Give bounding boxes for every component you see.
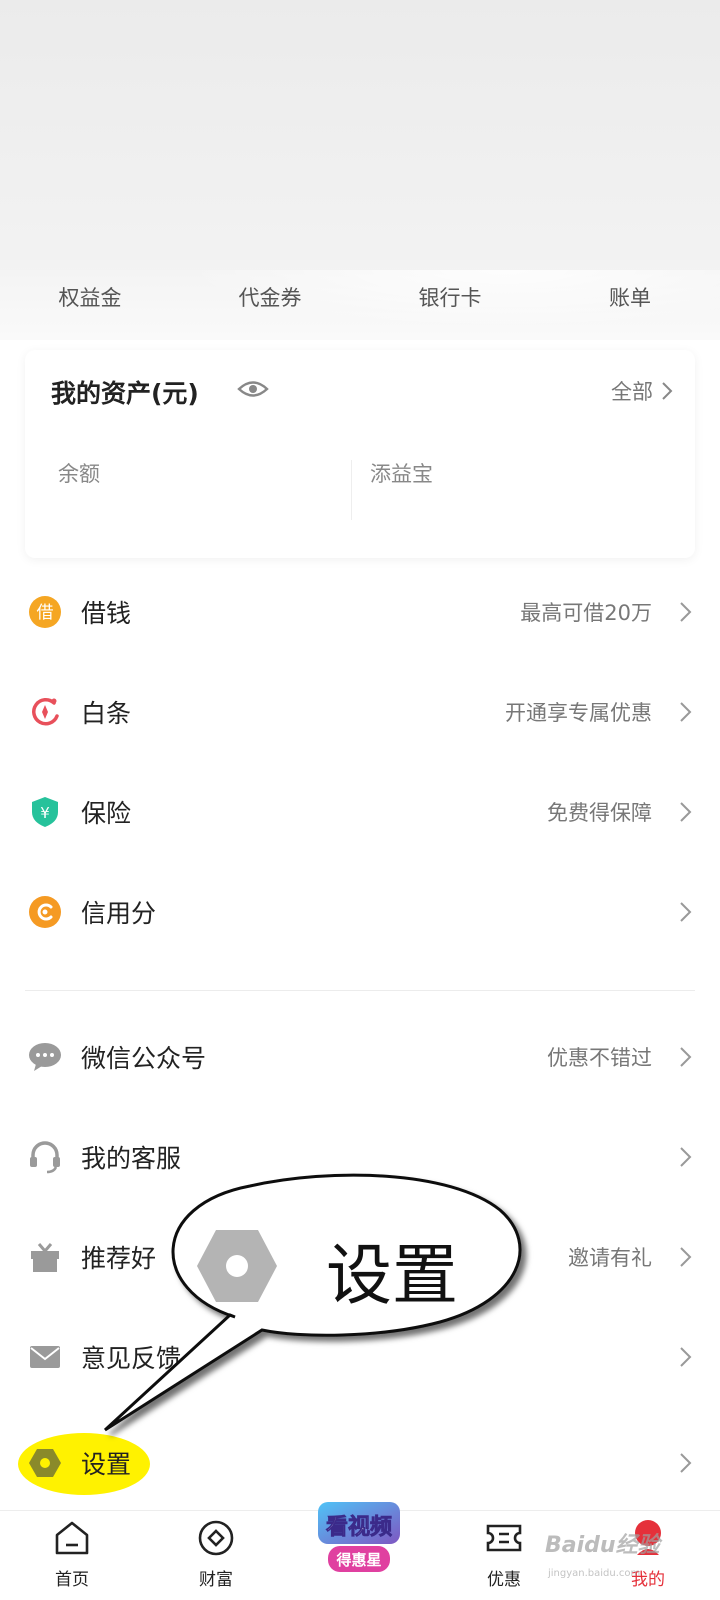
coupon-icon (486, 1524, 522, 1552)
chevron-right-icon (680, 702, 692, 722)
menu-item-baitiao[interactable]: 白条 开通享专属优惠 (0, 662, 720, 762)
menu-label: 意见反馈 (81, 1344, 182, 1373)
tab-label: 财富 (199, 1570, 233, 1590)
menu-item-insurance[interactable]: ¥ 保险 免费得保障 (0, 762, 720, 862)
menu-hint: 免费得保障 (547, 801, 652, 825)
promo-line1: 看视频 (326, 1514, 392, 1540)
wealth-icon (198, 1520, 234, 1556)
menu-hint: 邀请有礼 (568, 1246, 652, 1270)
borrow-icon: 借 (28, 595, 62, 629)
svg-text:借: 借 (37, 603, 54, 623)
chevron-right-icon (680, 802, 692, 822)
quick-link-quanyijin[interactable]: 权益金 (0, 270, 180, 340)
menu-item-credit-score[interactable]: 信用分 (0, 862, 720, 962)
quick-links-row: 权益金 代金券 银行卡 账单 (0, 270, 720, 340)
quick-link-coupons[interactable]: 代金券 (180, 270, 360, 340)
eye-icon[interactable] (237, 376, 269, 402)
menu-item-borrow[interactable]: 借 借钱 最高可借20万 (0, 562, 720, 662)
assets-all-label: 全部 (611, 380, 653, 404)
assets-all-link[interactable]: 全部 (611, 376, 673, 406)
header-blank-area (0, 0, 720, 285)
callout-label: 设置 (326, 1237, 458, 1314)
menu-label: 信用分 (81, 899, 157, 928)
baitiao-icon (28, 695, 62, 729)
watermark-sub: jingyan.baidu.com (548, 1568, 641, 1579)
menu-label: 设置 (81, 1450, 132, 1479)
settings-hex-icon (28, 1446, 62, 1480)
chevron-right-icon (680, 1453, 692, 1473)
headset-icon (28, 1140, 62, 1174)
quick-link-bank-cards[interactable]: 银行卡 (360, 270, 540, 340)
credit-score-icon (28, 895, 62, 929)
tab-label: 首页 (55, 1570, 89, 1590)
svg-text:¥: ¥ (40, 804, 50, 822)
menu-label: 白条 (81, 699, 132, 728)
menu-label: 保险 (81, 799, 132, 828)
assets-title: 我的资产(元) (51, 379, 199, 408)
promo-line2: 得惠星 (335, 1551, 381, 1569)
chevron-right-icon (680, 1047, 692, 1067)
home-icon (55, 1521, 89, 1555)
chevron-right-icon (662, 382, 673, 400)
quick-link-bills[interactable]: 账单 (540, 270, 720, 340)
menu-item-feedback[interactable]: 意见反馈 (0, 1307, 720, 1407)
gift-icon (28, 1240, 62, 1274)
section-divider (25, 990, 695, 991)
menu-hint: 开通享专属优惠 (505, 701, 652, 725)
menu-label: 推荐好 (81, 1244, 157, 1273)
watermark: Baidu经验 (545, 1533, 660, 1558)
menu-item-wechat-account[interactable]: 微信公众号 优惠不错过 (0, 1007, 720, 1107)
menu-label: 微信公众号 (81, 1044, 207, 1073)
menu-label: 我的客服 (81, 1144, 182, 1173)
assets-divider (351, 460, 352, 520)
chat-bubble-icon (28, 1040, 62, 1074)
tab-wealth[interactable]: 财富 (144, 1511, 288, 1600)
callout-content: 设置 (196, 1220, 496, 1320)
chevron-right-icon (680, 902, 692, 922)
menu-label: 借钱 (81, 599, 132, 628)
menu-hint: 最高可借20万 (520, 601, 652, 625)
balance-label[interactable]: 余额 (58, 458, 100, 488)
insurance-shield-icon: ¥ (28, 795, 62, 829)
chevron-right-icon (680, 1347, 692, 1367)
mail-icon (28, 1340, 62, 1374)
tab-home[interactable]: 首页 (0, 1511, 144, 1600)
menu-hint: 优惠不错过 (547, 1046, 652, 1070)
chevron-right-icon (680, 1147, 692, 1167)
menu-item-customer-service[interactable]: 我的客服 (0, 1107, 720, 1207)
chevron-right-icon (680, 1247, 692, 1267)
tianyibao-label[interactable]: 添益宝 (370, 458, 433, 488)
video-promo-badge[interactable]: 看视频 得惠星 (314, 1496, 404, 1586)
my-assets-card: 我的资产(元) 全部 余额 添益宝 (25, 350, 695, 558)
chevron-right-icon (680, 602, 692, 622)
settings-hex-icon (197, 1230, 277, 1302)
